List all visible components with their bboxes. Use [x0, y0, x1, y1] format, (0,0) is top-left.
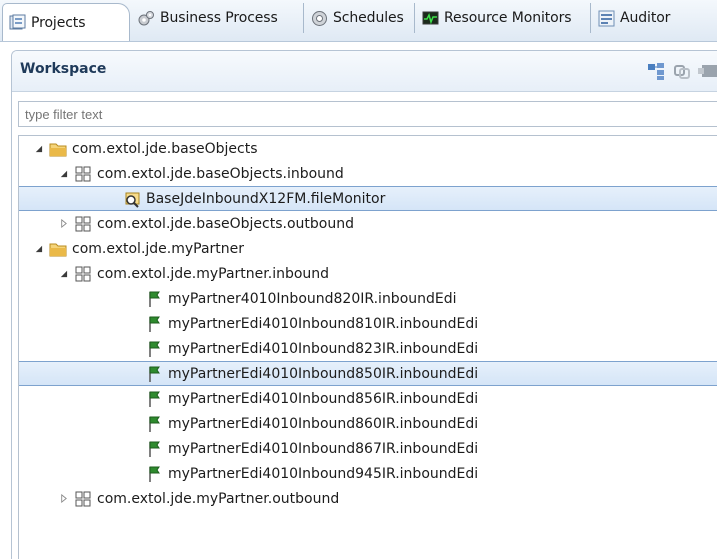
project-tree: com.extol.jde.baseObjects com.extol.jde.b… [18, 135, 717, 559]
tree-item[interactable]: myPartnerEdi4010Inbound823IR.inboundEdi [19, 336, 717, 361]
expanded-triangle-icon[interactable] [58, 169, 68, 179]
tree-item-label: com.extol.jde.baseObjects [72, 140, 258, 157]
tab-label: Business Process [160, 10, 278, 26]
tree-item[interactable]: com.extol.jde.myPartner [19, 236, 717, 261]
tree-item[interactable]: com.extol.jde.baseObjects [19, 136, 717, 161]
tree-item-label: BaseJdeInboundX12FM.fileMonitor [146, 190, 386, 207]
tab-schedules[interactable]: Schedules [305, 3, 415, 33]
tree-item[interactable]: com.extol.jde.baseObjects.outbound [19, 211, 717, 236]
collapsed-triangle-icon[interactable] [58, 219, 68, 229]
package-icon [74, 265, 92, 283]
tree-item[interactable]: com.extol.jde.baseObjects.inbound [19, 161, 717, 186]
tree-item[interactable]: com.extol.jde.myPartner.inbound [19, 261, 717, 286]
expanded-triangle-icon[interactable] [33, 244, 43, 254]
folder-icon [49, 140, 67, 158]
file-monitor-icon [123, 190, 141, 208]
tree-item-label: myPartnerEdi4010Inbound850IR.inboundEdi [168, 365, 479, 382]
package-icon [74, 165, 92, 183]
flag-icon [145, 390, 163, 408]
link-icon[interactable] [672, 61, 692, 81]
tree-item-label: myPartner4010Inbound820IR.inboundEdi [168, 290, 457, 307]
folder-icon [49, 240, 67, 258]
tree-item[interactable]: myPartnerEdi4010Inbound867IR.inboundEdi [19, 436, 717, 461]
flag-icon [145, 415, 163, 433]
package-icon [74, 490, 92, 508]
tree-item[interactable]: myPartnerEdi4010Inbound850IR.inboundEdi [19, 361, 717, 386]
tree-item-label: myPartnerEdi4010Inbound823IR.inboundEdi [168, 340, 479, 357]
tree-item-label: com.extol.jde.myPartner.outbound [97, 490, 340, 507]
package-icon [74, 215, 92, 233]
expanded-triangle-icon[interactable] [58, 269, 68, 279]
tab-auditor[interactable]: Auditor [592, 3, 717, 33]
tree-item-label: com.extol.jde.myPartner [72, 240, 245, 257]
flag-icon [145, 340, 163, 358]
workspace-panel: Workspace com.extol.jde.baseObjectscom.e… [11, 50, 717, 559]
flag-icon [145, 465, 163, 483]
tab-resource-monitors[interactable]: Resource Monitors [416, 3, 591, 33]
tree-item[interactable]: myPartnerEdi4010Inbound810IR.inboundEdi [19, 311, 717, 336]
tree-item[interactable]: BaseJdeInboundX12FM.fileMonitor [19, 186, 717, 211]
tree-item[interactable]: myPartner4010Inbound820IR.inboundEdi [19, 286, 717, 311]
tree-item-label: myPartnerEdi4010Inbound810IR.inboundEdi [168, 315, 479, 332]
tab-projects[interactable]: Projects [2, 3, 130, 41]
panel-title: Workspace [20, 61, 107, 77]
collapse-all-icon[interactable] [646, 61, 666, 81]
schedule-gear-icon [312, 10, 327, 26]
flag-icon [145, 290, 163, 308]
tab-label: Projects [31, 14, 86, 31]
workspace-toolbar [646, 61, 717, 81]
tree-item[interactable]: myPartnerEdi4010Inbound945IR.inboundEdi [19, 461, 717, 486]
tab-label: Schedules [333, 10, 404, 26]
tree-item-label: com.extol.jde.myPartner.inbound [97, 265, 330, 282]
projects-icon [9, 14, 26, 30]
editor-tab-bar: Projects Business Process Schedules Reso… [0, 0, 717, 42]
tree-item-label: myPartnerEdi4010Inbound860IR.inboundEdi [168, 415, 479, 432]
tree-item-label: com.extol.jde.baseObjects.inbound [97, 165, 344, 182]
tree-item[interactable]: com.extol.jde.myPartner.outbound [19, 486, 717, 511]
auditor-icon [598, 10, 615, 26]
tab-label: Resource Monitors [444, 10, 572, 26]
tab-business-process[interactable]: Business Process [132, 3, 304, 33]
flag-icon [145, 315, 163, 333]
tree-item-label: myPartnerEdi4010Inbound856IR.inboundEdi [168, 390, 479, 407]
monitor-icon [422, 11, 439, 24]
view-menu-icon[interactable] [698, 61, 717, 81]
tree-item-label: myPartnerEdi4010Inbound945IR.inboundEdi [168, 465, 479, 482]
tree-item-label: myPartnerEdi4010Inbound867IR.inboundEdi [168, 440, 479, 457]
gears-icon [138, 10, 154, 25]
workspace-header: Workspace [12, 51, 717, 92]
tree-item-label: com.extol.jde.baseObjects.outbound [97, 215, 354, 232]
tree-item[interactable]: myPartnerEdi4010Inbound856IR.inboundEdi [19, 386, 717, 411]
collapsed-triangle-icon[interactable] [58, 494, 68, 504]
tree-item[interactable]: myPartnerEdi4010Inbound860IR.inboundEdi [19, 411, 717, 436]
tab-label: Auditor [620, 10, 671, 26]
flag-icon [145, 440, 163, 458]
flag-icon [145, 365, 163, 383]
expanded-triangle-icon[interactable] [33, 144, 43, 154]
filter-input[interactable] [18, 101, 717, 127]
